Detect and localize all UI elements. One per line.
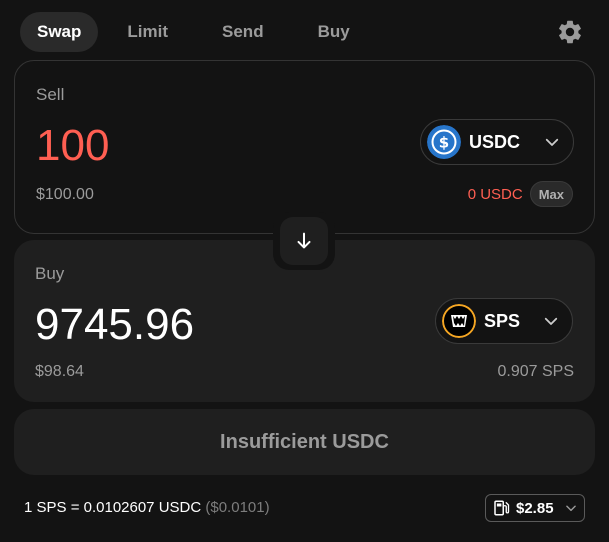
chevron-down-icon (544, 317, 558, 325)
sell-usd-value: $100.00 (36, 186, 94, 203)
usdc-token-icon: $ (427, 125, 461, 159)
tab-limit[interactable]: Limit (110, 12, 185, 52)
max-button[interactable]: Max (529, 181, 573, 207)
buy-label: Buy (35, 264, 65, 283)
flip-tokens-button[interactable] (280, 217, 328, 265)
arrow-down-icon (297, 232, 311, 249)
gear-icon[interactable] (556, 18, 584, 46)
sell-token-selector[interactable]: $ USDC (420, 119, 574, 165)
network-fee-dropdown[interactable]: $2.85 (485, 494, 585, 522)
svg-text:$: $ (439, 134, 449, 152)
exchange-rate[interactable]: 1 SPS = 0.0102607 USDC ($0.0101) (24, 499, 270, 516)
sell-balance-row: 0 USDC Max (468, 181, 573, 207)
exchange-rate-usd: ($0.0101) (205, 499, 270, 516)
sell-panel: Sell 100 $100.00 $ USDC 0 USDC Max (14, 60, 595, 234)
swap-widget: Swap Limit Send Buy Sell 100 $100.00 $ U… (0, 0, 609, 542)
tab-bar: Swap Limit Send Buy (20, 12, 375, 52)
exchange-rate-value: 1 SPS = 0.0102607 USDC (24, 499, 202, 516)
sell-token-name: USDC (469, 131, 521, 152)
tab-send[interactable]: Send (205, 12, 281, 52)
sell-label: Sell (36, 85, 65, 104)
sell-balance-warning: 0 USDC (467, 185, 523, 203)
buy-balance: 0.907 SPS (497, 363, 575, 380)
insufficient-balance-button[interactable]: Insufficient USDC (14, 409, 595, 475)
buy-usd-value: $98.64 (35, 363, 84, 380)
fuel-pump-icon (494, 500, 510, 516)
buy-token-name: SPS (484, 310, 521, 331)
buy-token-selector[interactable]: SPS (435, 298, 573, 344)
sps-token-icon (442, 304, 476, 338)
sell-amount-input[interactable]: 100 (36, 124, 109, 168)
tab-swap[interactable]: Swap (20, 12, 99, 52)
buy-amount-input[interactable]: 9745.96 (35, 303, 194, 347)
tab-buy[interactable]: Buy (301, 12, 367, 52)
network-fee-value: $2.85 (516, 499, 554, 517)
chevron-down-icon (545, 138, 559, 146)
chevron-down-icon (566, 505, 576, 512)
